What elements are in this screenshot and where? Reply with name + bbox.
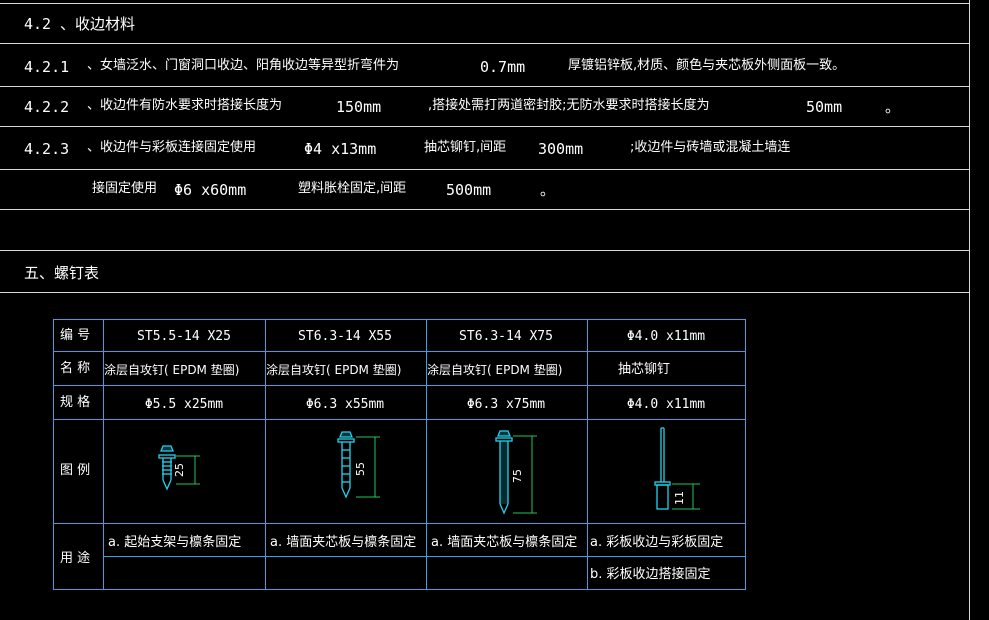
table-cell: ST6.3-14 X75 — [459, 329, 553, 344]
table-cell: b. 彩板收边搭接固定 — [590, 567, 711, 582]
table-cell: ST6.3-14 X55 — [298, 329, 392, 344]
row-label: 编 号 — [60, 328, 91, 343]
table-cell: 涂层自攻钉( EPDM 垫圈) — [266, 363, 402, 377]
dimension-label: 55 — [354, 462, 367, 476]
table-cell: Φ6.3 x75mm — [466, 397, 546, 412]
screw-55-drawing — [337, 431, 355, 499]
row-label: 名 称 — [60, 361, 91, 376]
screw-table-graphics — [53, 319, 746, 590]
row-label: 用 途 — [60, 551, 91, 566]
table-cell: 抽芯铆钉 — [617, 362, 671, 377]
table-cell: Φ6.3 x55mm — [305, 397, 385, 412]
table-cell: a. 墙面夹芯板与檩条固定 — [270, 535, 417, 550]
table-cell: 涂层自攻钉( EPDM 垫圈) — [427, 363, 563, 377]
row-label: 规 格 — [60, 395, 91, 410]
table-cell: a. 彩板收边与彩板固定 — [590, 535, 724, 550]
table-cell: a. 起始支架与檩条固定 — [108, 535, 242, 550]
table-cell: a. 墙面夹芯板与檩条固定 — [431, 535, 578, 550]
table-cell: Φ5.5 x25mm — [144, 397, 224, 412]
table-cell: Φ4.0 x11mm — [626, 329, 706, 344]
dimension-label: 75 — [511, 469, 524, 483]
table-cell: Φ4.0 x11mm — [626, 397, 706, 412]
dimension-label: 11 — [673, 491, 686, 505]
rivet-drawing — [654, 427, 671, 510]
row-label: 图 例 — [60, 463, 91, 478]
dimension-label: 25 — [173, 463, 186, 477]
table-cell: 涂层自攻钉( EPDM 垫圈) — [104, 363, 240, 377]
table-cell: ST5.5-14 X25 — [137, 329, 231, 344]
